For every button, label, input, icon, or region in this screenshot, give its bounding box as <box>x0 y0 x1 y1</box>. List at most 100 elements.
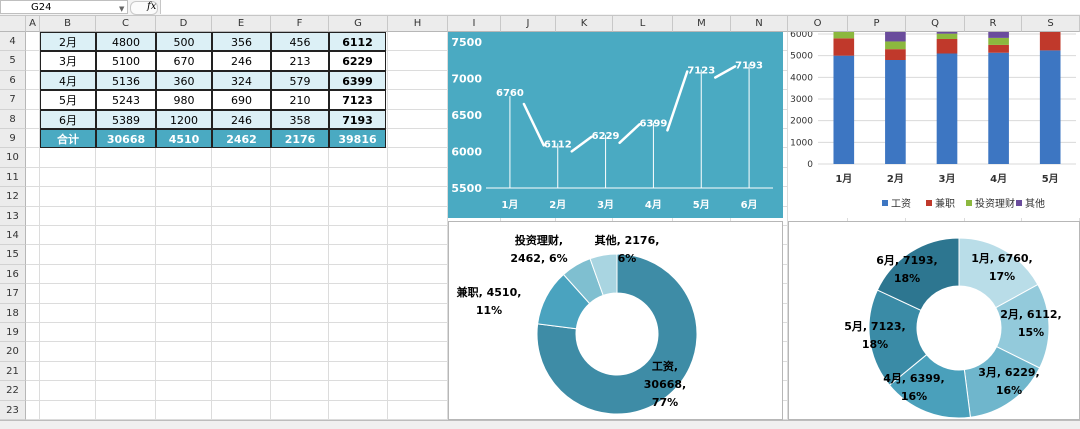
total-cell[interactable]: 2462 <box>212 129 271 149</box>
column-header-c[interactable]: C <box>96 16 156 32</box>
row-header-11[interactable]: 11 <box>0 167 26 188</box>
bar-segment <box>885 49 906 60</box>
income-donut-chart[interactable]: 工资, 30668, 77% 兼职, 4510, 11% 投资理财, 2462, 6% 其他,… <box>448 221 783 420</box>
row-header-6[interactable]: 6 <box>0 70 26 91</box>
data-label: 18% <box>862 338 888 351</box>
table-cell[interactable]: 7193 <box>329 109 386 129</box>
table-cell[interactable]: 3月 <box>40 51 96 71</box>
column-header-h[interactable]: H <box>388 16 448 32</box>
table-cell[interactable]: 5243 <box>96 90 156 110</box>
data-label: 16% <box>901 390 927 403</box>
bar-segment <box>833 27 855 39</box>
table-cell[interactable]: 6月 <box>40 109 96 129</box>
row-header-4[interactable]: 4 <box>0 32 26 52</box>
bar-segment <box>936 33 958 39</box>
table-cell[interactable]: 690 <box>212 90 271 110</box>
row-header-17[interactable]: 17 <box>0 284 26 304</box>
table-cell[interactable]: 5月 <box>40 90 96 110</box>
bar-chart-svg: 0 1000 2000 3000 4000 5000 6000 1月 2月 3月 4月 5月工资 兼职 投… <box>790 9 1076 210</box>
row-header-20[interactable]: 20 <box>0 342 26 362</box>
table-cell[interactable]: 5136 <box>96 70 156 91</box>
column-header-f[interactable]: F <box>271 16 329 32</box>
data-label: 5月, 7123, <box>844 320 905 333</box>
row-header-12[interactable]: 12 <box>0 187 26 207</box>
bar-segment <box>988 37 1009 45</box>
stacked-bar-chart[interactable]: 0 1000 2000 3000 4000 5000 6000 1月 2月 3月 4月 5月 工资 兼职 投… <box>788 9 1080 218</box>
column-header-k[interactable]: K <box>556 16 613 32</box>
row-header-22[interactable]: 22 <box>0 381 26 401</box>
table-cell[interactable]: 246 <box>212 109 271 129</box>
column-header-m[interactable]: M <box>673 16 731 32</box>
chevron-down-icon[interactable]: ▼ <box>119 3 124 16</box>
table-cell[interactable]: 2月 <box>40 32 96 52</box>
table-cell[interactable]: 360 <box>156 70 212 91</box>
column-header-r[interactable]: R <box>965 16 1022 32</box>
bar-segment <box>833 38 855 56</box>
table-cell[interactable]: 7123 <box>329 90 386 110</box>
column-header-j[interactable]: J <box>501 16 556 32</box>
column-header-q[interactable]: Q <box>906 16 965 32</box>
column-header-s[interactable]: S <box>1022 16 1080 32</box>
row-header-15[interactable]: 15 <box>0 245 26 265</box>
row-header-7[interactable]: 7 <box>0 90 26 110</box>
row-header-16[interactable]: 16 <box>0 264 26 285</box>
table-cell[interactable]: 4800 <box>96 32 156 52</box>
column-header-o[interactable]: O <box>788 16 848 32</box>
table-cell[interactable]: 670 <box>156 51 212 71</box>
line-chart[interactable]: 5500 6000 6500 7000 7500 1月 2月 3月 4月 5月 6月 6760 6112… <box>448 32 783 218</box>
total-cell[interactable]: 4510 <box>156 129 212 149</box>
table-cell[interactable]: 6112 <box>329 32 386 52</box>
column-header-i[interactable]: I <box>448 16 501 32</box>
table-cell[interactable]: 6399 <box>329 70 386 91</box>
column-header-p[interactable]: P <box>848 16 906 32</box>
row-header-19[interactable]: 19 <box>0 323 26 343</box>
table-cell[interactable]: 4月 <box>40 70 96 91</box>
row-header-5[interactable]: 5 <box>0 51 26 71</box>
table-cell[interactable]: 980 <box>156 90 212 110</box>
formula-input[interactable] <box>160 0 1080 14</box>
column-header-l[interactable]: L <box>613 16 673 32</box>
table-cell[interactable]: 1200 <box>156 109 212 129</box>
column-header-b[interactable]: B <box>40 16 96 32</box>
row-header-8[interactable]: 8 <box>0 109 26 129</box>
total-cell[interactable]: 2176 <box>271 129 329 149</box>
name-box[interactable]: G24 ▼ <box>0 0 128 14</box>
fx-icon[interactable]: fx <box>147 0 156 14</box>
data-label: 兼职, 4510, <box>457 285 522 299</box>
table-cell[interactable]: 579 <box>271 70 329 91</box>
row-header-13[interactable]: 13 <box>0 206 26 226</box>
column-header-n[interactable]: N <box>731 16 788 32</box>
data-label: 77% <box>652 396 678 409</box>
donut1-svg: 工资, 30668, 77% 兼职, 4510, 11% 投资理财, 2462, 6% 其他,… <box>457 233 698 415</box>
monthly-donut-chart[interactable]: 1月, 6760, 17% 2月, 6112, 15% 3月, 6229, 16% 4月, … <box>788 221 1080 420</box>
select-all-corner[interactable] <box>0 16 26 32</box>
data-label: 16% <box>996 384 1022 397</box>
table-cell[interactable]: 5100 <box>96 51 156 71</box>
column-header-g[interactable]: G <box>329 16 388 32</box>
table-cell[interactable]: 210 <box>271 90 329 110</box>
table-cell[interactable]: 5389 <box>96 109 156 129</box>
row-header-10[interactable]: 10 <box>0 148 26 168</box>
row-header-18[interactable]: 18 <box>0 303 26 323</box>
row-header-21[interactable]: 21 <box>0 361 26 382</box>
table-cell[interactable]: 213 <box>271 51 329 71</box>
table-cell[interactable]: 358 <box>271 109 329 129</box>
table-cell[interactable]: 246 <box>212 51 271 71</box>
row-header-9[interactable]: 9 <box>0 129 26 149</box>
row-header-14[interactable]: 14 <box>0 226 26 246</box>
table-cell[interactable]: 500 <box>156 32 212 52</box>
total-cell[interactable]: 30668 <box>96 129 156 149</box>
total-cell[interactable]: 39816 <box>329 129 386 149</box>
column-header-d[interactable]: D <box>156 16 212 32</box>
data-label: 15% <box>1018 326 1044 339</box>
column-header-e[interactable]: E <box>212 16 271 32</box>
data-label: 3月, 6229, <box>978 366 1039 379</box>
table-cell[interactable]: 356 <box>212 32 271 52</box>
column-header-a[interactable]: A <box>26 16 40 32</box>
row-header-23[interactable]: 23 <box>0 400 26 420</box>
table-cell[interactable]: 324 <box>212 70 271 91</box>
x-tick-label: 4月 <box>990 173 1007 185</box>
table-cell[interactable]: 456 <box>271 32 329 52</box>
table-cell[interactable]: 6229 <box>329 51 386 71</box>
total-cell[interactable]: 合计 <box>40 129 96 149</box>
